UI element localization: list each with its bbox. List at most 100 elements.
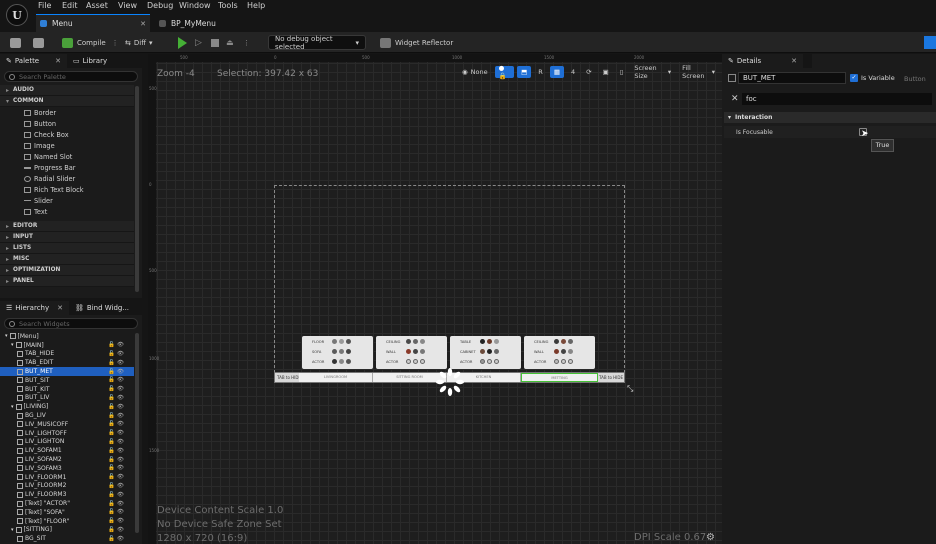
visibility-icon[interactable]: 🔓👁 [108,527,126,533]
visibility-icon[interactable]: 🔓👁 [108,457,126,463]
gear-icon[interactable]: ⚙ [706,532,715,543]
visibility-icon[interactable]: 🔓👁 [108,413,126,419]
palette-item-image[interactable]: Image [0,140,134,151]
palette-item-text[interactable]: Text [0,206,134,217]
tab-hide-left[interactable]: TAB to HIDE [277,373,301,382]
widget-name-input[interactable]: BUT_MET [738,72,846,84]
button-livingroom[interactable]: LIVINGROOM [299,373,373,382]
visibility-icon[interactable]: 🔓👁 [108,448,126,454]
category-common[interactable]: COMMON [0,96,134,107]
swatch[interactable] [568,359,573,364]
swatch[interactable] [339,359,344,364]
is-variable-checkbox[interactable]: ✓ Is Variable [850,74,895,82]
swatch[interactable] [494,349,499,354]
screen-size-dropdown[interactable]: Screen Size ▾ [630,64,675,80]
hierarchy-item[interactable]: BG_SIT 🔓👁 [0,534,134,543]
swatch[interactable] [332,359,337,364]
designer-mode-button[interactable] [924,36,936,49]
close-icon[interactable]: ✕ [140,20,146,28]
interaction-section[interactable]: ▾ Interaction [724,112,936,123]
visibility-icon[interactable]: 🔓👁 [108,492,126,498]
swatch[interactable] [554,349,559,354]
visibility-icon[interactable]: 🔓👁 [108,509,126,515]
swatch[interactable] [346,349,351,354]
visibility-icon[interactable]: 🔓👁 [108,501,126,507]
visibility-icon[interactable]: 🔓👁 [108,395,126,401]
save-button[interactable] [10,35,25,50]
swatch[interactable] [413,339,418,344]
category-audio[interactable]: AUDIO [0,85,134,96]
hierarchy-item[interactable]: ▾ [Menu] [0,332,134,341]
compile-button[interactable]: Compile ⋮ [62,35,119,50]
swatch[interactable] [561,349,566,354]
tab-bp-mymenu[interactable]: BP_MyMenu [155,14,255,32]
menu-view[interactable]: View [118,1,137,10]
swatch[interactable] [406,359,411,364]
swatch[interactable] [554,339,559,344]
hierarchy-item[interactable]: LIV_LIGHTOFF 🔓👁 [0,429,134,438]
menu-file[interactable]: File [38,1,51,10]
hierarchy-item[interactable]: BUT_KIT 🔓👁 [0,385,134,394]
grid-size[interactable]: 4 [567,66,579,78]
unreal-logo[interactable]: U [6,4,28,26]
category-optimization[interactable]: OPTIMIZATION [0,265,134,276]
preview-button[interactable]: ▣ [599,66,613,78]
toggle-button[interactable]: ●🔒 [494,64,515,80]
diff-button[interactable]: ⇆ Diff ▾ [125,35,153,50]
visibility-icon[interactable]: 🔓👁 [108,465,126,471]
swatch[interactable] [487,339,492,344]
swatch[interactable] [346,359,351,364]
hierarchy-item[interactable]: LIV_MUSICOFF 🔓👁 [0,420,134,429]
menu-help[interactable]: Help [247,1,265,10]
swatch[interactable] [420,349,425,354]
palette-item-named-slot[interactable]: Named Slot [0,151,134,162]
visibility-icon[interactable]: 🔓👁 [108,369,126,375]
category-input[interactable]: INPUT [0,232,134,243]
hierarchy-item[interactable]: [Text] "FLOOR" 🔓👁 [0,517,134,526]
swatch[interactable] [413,359,418,364]
palette-item-slider[interactable]: Slider [0,195,134,206]
expand-arrow-icon[interactable]: ▾ [11,527,14,533]
stop-button[interactable] [211,35,219,50]
palette-item-progress-bar[interactable]: Progress Bar [0,162,134,173]
close-icon[interactable]: ✕ [57,304,63,312]
visibility-icon[interactable]: 🔓👁 [108,404,126,410]
eject-button[interactable]: ⏏ [226,35,234,50]
category-panel[interactable]: PANEL [0,276,134,287]
resize-handle-icon[interactable]: ⤡ [627,384,633,394]
swatch[interactable] [568,339,573,344]
transform-button[interactable]: ⬒ [517,66,532,78]
hierarchy-item[interactable]: TAB_EDIT 🔓👁 [0,358,134,367]
living-panel[interactable]: FLOOR SOFA ACTOR [302,336,373,369]
palette-item-radial-slider[interactable]: Radial Slider [0,173,134,184]
fill-screen-dropdown[interactable]: Fill Screen ▾ [678,64,719,80]
menu-debug[interactable]: Debug [147,1,173,10]
hierarchy-item[interactable]: LIV_SOFAM2 🔓👁 [0,455,134,464]
swatch[interactable] [480,359,485,364]
sitting-panel[interactable]: CEILING WALL ACTOR [376,336,447,369]
hierarchy-item[interactable]: LIV_FLOORM3 🔓👁 [0,490,134,499]
swatch[interactable] [568,349,573,354]
device-button[interactable]: ▯ [616,66,628,78]
palette-item-border[interactable]: Border [0,107,134,118]
palette-search-input[interactable]: Search Palette [4,71,138,82]
swatch[interactable] [406,339,411,344]
meeting-panel[interactable]: CEILING WALL ACTOR [524,336,595,369]
play-options-button[interactable]: ⋮ [243,35,250,50]
swatch[interactable] [339,339,344,344]
debug-object-select[interactable]: No debug object selected ▾ [268,35,366,51]
menu-edit[interactable]: Edit [62,1,78,10]
tab-hierarchy[interactable]: ☰ Hierarchy ✕ [0,301,69,315]
tab-library[interactable]: ▭ Library [67,54,113,68]
swatch[interactable] [554,359,559,364]
visibility-icon[interactable]: 🔓👁 [108,351,126,357]
hierarchy-item[interactable]: ▾ [SITTING] 🔓👁 [0,526,134,535]
visibility-icon[interactable]: 🔓👁 [108,360,126,366]
expand-arrow-icon[interactable]: ▾ [11,342,14,348]
hierarchy-item[interactable]: BG_LIV 🔓👁 [0,411,134,420]
swatch[interactable] [413,349,418,354]
tab-palette[interactable]: ✎ Palette ✕ [0,54,67,68]
hierarchy-item[interactable]: BUT_SIT 🔓👁 [0,376,134,385]
visibility-icon[interactable]: 🔓👁 [108,377,126,383]
visibility-icon[interactable]: 🔓👁 [108,386,126,392]
